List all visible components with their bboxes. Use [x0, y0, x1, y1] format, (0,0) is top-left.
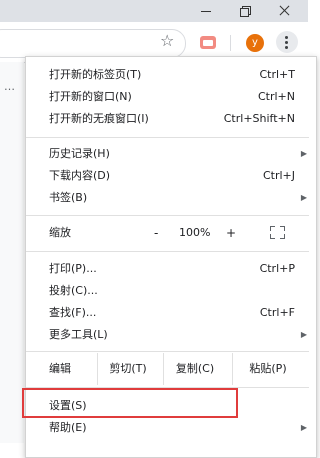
menu-item-label: 更多工具(L) — [49, 328, 108, 341]
menu-item-new-incognito-window[interactable]: 打开新的无痕窗口(I) Ctrl+Shift+N — [26, 108, 309, 130]
menu-item-print[interactable]: 打印(P)... Ctrl+P — [26, 258, 309, 280]
zoom-row: 缩放 - 100% + — [26, 217, 309, 249]
menu-item-shortcut: Ctrl+T — [259, 68, 295, 81]
menu-item-bookmarks[interactable]: 书签(B) ▶ — [26, 187, 309, 209]
submenu-arrow-icon: ▶ — [300, 149, 308, 158]
menu-separator — [26, 215, 309, 216]
menu-item-shortcut: Ctrl+J — [262, 169, 295, 182]
menu-item-help[interactable]: 帮助(E) ▶ — [26, 417, 309, 439]
extension-icon[interactable] — [200, 36, 216, 49]
menu-item-label: 下载内容(D) — [49, 169, 111, 182]
menu-item-label: 查找(F)... — [49, 306, 97, 319]
address-bar[interactable] — [0, 29, 186, 58]
menu-dots-icon[interactable] — [276, 31, 298, 53]
close-icon[interactable] — [264, 0, 304, 22]
menu-item-history[interactable]: 历史记录(H) ▶ — [26, 143, 309, 165]
toolbar-divider — [230, 35, 231, 51]
zoom-out-button[interactable]: - — [154, 217, 158, 249]
menu-separator — [26, 251, 309, 252]
menu-item-label: 书签(B) — [49, 191, 88, 204]
zoom-label: 缩放 — [49, 226, 71, 239]
menu-item-label: 帮助(E) — [49, 421, 87, 434]
settings-highlight-box — [22, 388, 238, 418]
avatar[interactable]: y — [246, 34, 264, 52]
edit-row: 编辑 剪切(T) 复制(C) 粘贴(P) — [26, 353, 309, 385]
submenu-arrow-icon: ▶ — [300, 330, 308, 339]
fullscreen-icon[interactable] — [270, 226, 285, 239]
menu-item-label: 打印(P)... — [49, 262, 97, 275]
star-icon[interactable]: ☆ — [160, 31, 174, 51]
copy-button[interactable]: 复制(C) — [163, 353, 226, 385]
menu-item-shortcut: Ctrl+N — [257, 90, 295, 103]
cut-button[interactable]: 剪切(T) — [97, 353, 158, 385]
zoom-in-button[interactable]: + — [226, 217, 236, 249]
menu-item-label: 打开新的标签页(T) — [49, 68, 142, 81]
page-content-edge: … — [0, 62, 24, 443]
maximize-icon[interactable] — [224, 0, 264, 22]
menu-item-new-window[interactable]: 打开新的窗口(N) Ctrl+N — [26, 86, 309, 108]
menu-item-label: 投射(C)... — [49, 284, 98, 297]
submenu-arrow-icon: ▶ — [300, 193, 308, 202]
edit-label: 编辑 — [49, 362, 71, 375]
menu-item-find[interactable]: 查找(F)... Ctrl+F — [26, 302, 309, 324]
menu-item-new-tab[interactable]: 打开新的标签页(T) Ctrl+T — [26, 64, 309, 86]
menu-item-downloads[interactable]: 下载内容(D) Ctrl+J — [26, 165, 309, 187]
title-bar — [0, 0, 308, 22]
menu-item-shortcut: Ctrl+F — [259, 306, 295, 319]
submenu-arrow-icon: ▶ — [300, 423, 308, 432]
paste-button[interactable]: 粘贴(P) — [232, 353, 303, 385]
overflow-icon: … — [4, 80, 15, 93]
minimize-icon[interactable] — [184, 0, 224, 22]
menu-item-label: 打开新的无痕窗口(I) — [49, 112, 149, 125]
menu-item-label: 打开新的窗口(N) — [49, 90, 132, 103]
menu-separator — [26, 137, 309, 138]
menu-item-shortcut: Ctrl+P — [259, 262, 295, 275]
menu-item-more-tools[interactable]: 更多工具(L) ▶ — [26, 324, 309, 346]
menu-item-label: 历史记录(H) — [49, 147, 110, 160]
menu-item-cast[interactable]: 投射(C)... — [26, 280, 309, 302]
menu-item-shortcut: Ctrl+Shift+N — [223, 112, 295, 125]
zoom-level: 100% — [179, 226, 211, 239]
menu-separator — [26, 351, 309, 352]
